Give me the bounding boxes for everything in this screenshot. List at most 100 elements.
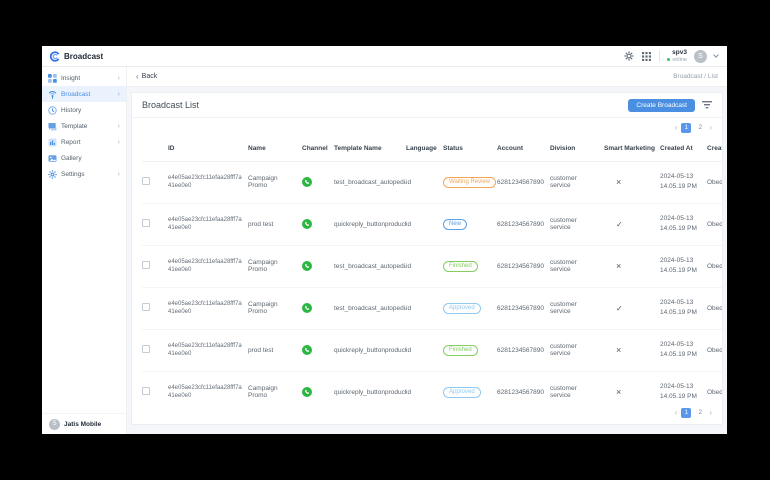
company-name: Jatis Mobile — [64, 421, 101, 428]
cell-division: customer service — [550, 161, 604, 203]
user-status: online — [667, 57, 687, 63]
cell-id: e4e05ae23cfc11efaa28fff7a41ee0e0 — [168, 371, 248, 404]
cell-name: Campaign Promo — [248, 161, 302, 203]
sidebar-item-history[interactable]: History — [42, 102, 126, 118]
row-checkbox[interactable] — [142, 219, 150, 227]
check-icon: ✓ — [604, 304, 623, 313]
app-logo-icon — [49, 51, 60, 62]
cell-division: customer service — [550, 287, 604, 329]
cell-division: customer service — [550, 329, 604, 371]
apps-grid-icon[interactable] — [641, 51, 652, 62]
status-badge: Approved — [443, 303, 481, 314]
sidebar-item-insight[interactable]: Insight› — [42, 70, 126, 86]
back-chevron-icon: ‹ — [136, 72, 139, 81]
row-checkbox[interactable] — [142, 387, 150, 395]
row-checkbox[interactable] — [142, 345, 150, 353]
cell-template-name: quickreply_buttonproduct — [334, 371, 406, 404]
cell-template-name: quickreply_buttonproduct — [334, 203, 406, 245]
breadcrumb: Broadcast / List — [673, 73, 718, 80]
back-button[interactable]: ‹ Back — [136, 72, 157, 81]
card-actions: Create Broadcast — [628, 99, 712, 112]
prev-page-button[interactable]: ‹ — [675, 409, 678, 417]
cell-name: Campaign Promo — [248, 371, 302, 404]
column-header-created-at: Created At — [660, 136, 707, 161]
cell-template-name: quickreply_buttonproduct — [334, 329, 406, 371]
sidebar-item-label: Settings — [61, 171, 85, 178]
pagination-bottom: ‹12 › — [132, 404, 722, 424]
user-avatar[interactable]: S — [694, 50, 707, 63]
cell-account: 6281234567890 — [497, 245, 550, 287]
user-menu-chevron-icon[interactable] — [713, 52, 719, 58]
cell-account: 6281234567890 — [497, 287, 550, 329]
sidebar-item-label: Broadcast — [61, 91, 90, 98]
row-checkbox[interactable] — [142, 261, 150, 269]
cross-icon: × — [604, 177, 621, 187]
status-badge: Finished — [443, 261, 478, 272]
cell-template-name: test_broadcast_autopedia — [334, 287, 406, 329]
column-header-name: Name — [248, 136, 302, 161]
sidebar-item-settings[interactable]: Settings› — [42, 166, 126, 182]
sidebar-item-report[interactable]: Report › — [42, 134, 126, 150]
settings-gear-icon[interactable] — [623, 51, 634, 62]
cross-icon: × — [604, 387, 621, 397]
main-area: ‹ Back Broadcast / List Broadcast List C… — [127, 67, 727, 434]
sidebar-item-template[interactable]: Template› — [42, 118, 126, 134]
row-checkbox[interactable] — [142, 177, 150, 185]
sidebar-item-broadcast[interactable]: Broadcast› — [42, 86, 126, 102]
sidebar-item-label: Report — [61, 139, 81, 146]
cell-account: 6281234567890 — [497, 203, 550, 245]
gallery-icon — [48, 154, 57, 163]
online-dot-icon — [667, 58, 670, 61]
app-title: Broadcast — [64, 52, 103, 61]
page-button-1[interactable]: 1 — [681, 123, 691, 133]
cell-account: 6281234567890 — [497, 329, 550, 371]
broadcast-list-card: Broadcast List Create Broadcast ‹12› — [131, 92, 723, 425]
topbar-right: spv3 online S — [623, 49, 727, 63]
page-button-1[interactable]: 1 — [681, 408, 691, 418]
cell-name: prod test — [248, 203, 302, 245]
app-window: Broadcast — [42, 46, 727, 434]
cell-id: e4e05ae23cfc11efaa28fff7a41ee0e0 — [168, 203, 248, 245]
table-row: e4e05ae23cfc11efaa28fff7a41ee0e0Campaign… — [142, 161, 722, 203]
cell-created-by: Obed — [707, 161, 722, 203]
chevron-right-icon: › — [118, 123, 120, 130]
cell-id: e4e05ae23cfc11efaa28fff7a41ee0e0 — [168, 329, 248, 371]
cell-account: 6281234567890 — [497, 161, 550, 203]
table-row: e4e05ae23cfc11efaa28fff7a41ee0e0Campaign… — [142, 245, 722, 287]
sidebar-item-label: Gallery — [61, 155, 82, 162]
column-header-template-name: Template Name — [334, 136, 406, 161]
table-row: e4e05ae23cfc11efaa28fff7a41ee0e0Campaign… — [142, 371, 722, 404]
filter-icon[interactable] — [702, 101, 712, 109]
column-header-division: Division — [550, 136, 604, 161]
page-button-2[interactable]: 2 — [695, 408, 705, 418]
next-page-button[interactable]: › — [709, 124, 712, 132]
cell-division: customer service — [550, 245, 604, 287]
chevron-right-icon: › — [118, 139, 120, 146]
create-broadcast-button[interactable]: Create Broadcast — [628, 99, 695, 112]
prev-page-button[interactable]: ‹ — [675, 124, 678, 132]
report-icon — [48, 138, 57, 147]
cell-created-at: 2024-05-1314.05.19 PM — [660, 371, 707, 404]
table-row: e4e05ae23cfc11efaa28fff7a41ee0e0prod tes… — [142, 203, 722, 245]
table-row: e4e05ae23cfc11efaa28fff7a41ee0e0prod tes… — [142, 329, 722, 371]
sidebar-item-gallery[interactable]: Gallery — [42, 150, 126, 166]
status-badge: Approved — [443, 387, 481, 398]
cell-created-at: 2024-05-1314.05.19 PM — [660, 245, 707, 287]
cell-division: customer service — [550, 371, 604, 404]
cell-id: e4e05ae23cfc11efaa28fff7a41ee0e0 — [168, 287, 248, 329]
pagination-top: ‹12 › — [132, 118, 722, 136]
whatsapp-icon — [302, 345, 312, 355]
card-header: Broadcast List Create Broadcast — [132, 93, 722, 118]
cell-created-by: Obed — [707, 203, 722, 245]
brand: Broadcast — [42, 51, 127, 62]
sidebar: Insight›Broadcast›HistoryTemplate›Report… — [42, 67, 127, 434]
status-badge: Finished — [443, 345, 478, 356]
next-page-button[interactable]: › — [709, 409, 712, 417]
row-checkbox[interactable] — [142, 303, 150, 311]
broadcast-table: IDNameChannelTemplate NameLanguageStatus… — [142, 136, 722, 404]
whatsapp-icon — [302, 387, 312, 397]
column-header-status: Status — [443, 136, 497, 161]
topbar-divider — [659, 50, 660, 62]
table-container: IDNameChannelTemplate NameLanguageStatus… — [132, 136, 722, 404]
page-button-2[interactable]: 2 — [695, 123, 705, 133]
